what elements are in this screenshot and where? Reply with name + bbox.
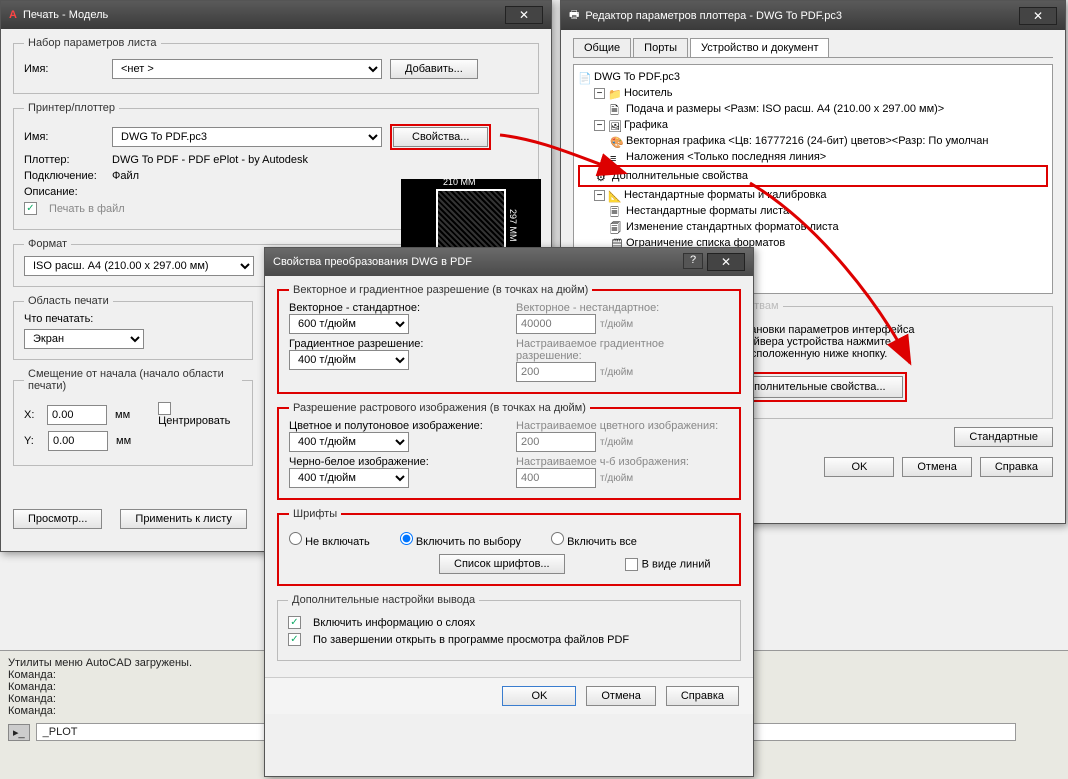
print-titlebar[interactable]: A Печать - Модель ✕: [1, 1, 551, 29]
fonts-group: Шрифты Не включать Включить по выбору Вк…: [277, 508, 741, 586]
ok-button[interactable]: OK: [502, 686, 576, 706]
font-selective-radio[interactable]: Включить по выбору: [400, 532, 521, 548]
plotter-titlebar[interactable]: 🖶 Редактор параметров плоттера - DWG To P…: [561, 1, 1065, 30]
cancel-button[interactable]: Отмена: [902, 457, 971, 477]
paper-format-combo[interactable]: ISO расш. A4 (210.00 x 297.00 мм): [24, 256, 254, 276]
color-res-combo[interactable]: 400 т/дюйм: [289, 432, 409, 452]
autocad-icon: A: [9, 9, 17, 21]
gear-icon: ⚙: [596, 170, 610, 182]
tree-custom-properties[interactable]: Дополнительные свойства: [612, 170, 748, 182]
defaults-button[interactable]: Стандартные: [954, 427, 1053, 447]
color-custom-input: [516, 432, 596, 452]
print-area-group: Область печати Что печатать: Экран: [13, 295, 253, 360]
offset-group: Смещение от начала (начало области печат…: [13, 368, 253, 466]
add-pageset-button[interactable]: Добавить...: [390, 59, 478, 79]
offset-y-input[interactable]: [48, 431, 108, 451]
as-lines-checkbox[interactable]: В виде линий: [625, 558, 711, 571]
close-icon[interactable]: ✕: [1019, 7, 1057, 25]
pageset-name-label: Имя:: [24, 63, 104, 75]
calibration-icon: 📐: [608, 189, 622, 201]
print-area-combo[interactable]: Экран: [24, 329, 144, 349]
plotter-value: DWG To PDF - PDF ePlot - by Autodesk: [112, 154, 308, 166]
raster-resolution-group: Разрешение растрового изображения (в точ…: [277, 402, 741, 500]
preview-button[interactable]: Просмотр...: [13, 509, 102, 529]
include-layers-checkbox[interactable]: ✓: [288, 616, 301, 629]
vector-std-combo[interactable]: 600 т/дюйм: [289, 314, 409, 334]
font-all-radio[interactable]: Включить все: [551, 532, 637, 548]
gradient-custom-input: [516, 362, 596, 382]
vector-nonstd-input: [516, 314, 596, 334]
expander-icon[interactable]: −: [594, 88, 605, 99]
open-after-checkbox[interactable]: ✓: [288, 633, 301, 646]
pc3-icon: 📄: [578, 71, 592, 83]
center-checkbox[interactable]: [158, 402, 171, 415]
gradient-combo[interactable]: 400 т/дюйм: [289, 350, 409, 370]
print-to-file-checkbox: ✓: [24, 202, 37, 215]
tab-general[interactable]: Общие: [573, 38, 631, 57]
size-icon: 🗎: [610, 103, 624, 115]
cancel-button[interactable]: Отмена: [586, 686, 655, 706]
offset-x-input[interactable]: [47, 405, 107, 425]
help-icon[interactable]: ?: [683, 253, 703, 269]
print-title: Печать - Модель: [23, 9, 108, 21]
plotter-tabs: Общие Порты Устройство и документ: [573, 38, 1053, 58]
printer-combo[interactable]: DWG To PDF.pc3: [112, 127, 382, 147]
sheet-icon: 🗏: [610, 205, 624, 217]
bw-custom-input: [516, 468, 596, 488]
pageset-group: Набор параметров листа Имя: <нет > Добав…: [13, 37, 539, 94]
ok-button[interactable]: OK: [824, 457, 894, 477]
expander-icon[interactable]: −: [594, 190, 605, 201]
connection-value: Файл: [112, 170, 139, 182]
apply-to-sheet-button[interactable]: Применить к листу: [120, 509, 247, 529]
close-icon[interactable]: ✕: [707, 253, 745, 271]
pdf-properties-dialog: Свойства преобразования DWG в PDF ?✕ Век…: [264, 247, 754, 777]
printer-properties-button[interactable]: Свойства...: [393, 127, 488, 147]
pdfprops-title: Свойства преобразования DWG в PDF: [273, 256, 472, 268]
vector-resolution-group: Векторное и градиентное разрешение (в то…: [277, 284, 741, 394]
media-icon: 📁: [608, 87, 622, 99]
tab-device[interactable]: Устройство и документ: [690, 38, 829, 57]
font-list-button[interactable]: Список шрифтов...: [439, 554, 565, 574]
help-button[interactable]: Справка: [980, 457, 1053, 477]
pageset-combo[interactable]: <нет >: [112, 59, 382, 79]
help-button[interactable]: Справка: [666, 686, 739, 706]
printer-icon: 🖶: [569, 6, 579, 25]
plotter-title: Редактор параметров плоттера - DWG To PD…: [585, 10, 842, 22]
extra-output-group: Дополнительные настройки вывода ✓Включит…: [277, 594, 741, 661]
sheet-icon: 🗐: [610, 221, 624, 233]
graphics-icon: 🖼: [608, 119, 622, 131]
command-prompt-icon[interactable]: ▸_: [8, 724, 30, 741]
expander-icon[interactable]: −: [594, 120, 605, 131]
vector-icon: 🎨: [610, 135, 624, 147]
pdfprops-titlebar[interactable]: Свойства преобразования DWG в PDF ?✕: [265, 248, 753, 276]
close-icon[interactable]: ✕: [505, 6, 543, 24]
tab-ports[interactable]: Порты: [633, 38, 688, 57]
font-none-radio[interactable]: Не включать: [289, 532, 370, 548]
overlay-icon: ≡: [610, 151, 624, 163]
bw-res-combo[interactable]: 400 т/дюйм: [289, 468, 409, 488]
